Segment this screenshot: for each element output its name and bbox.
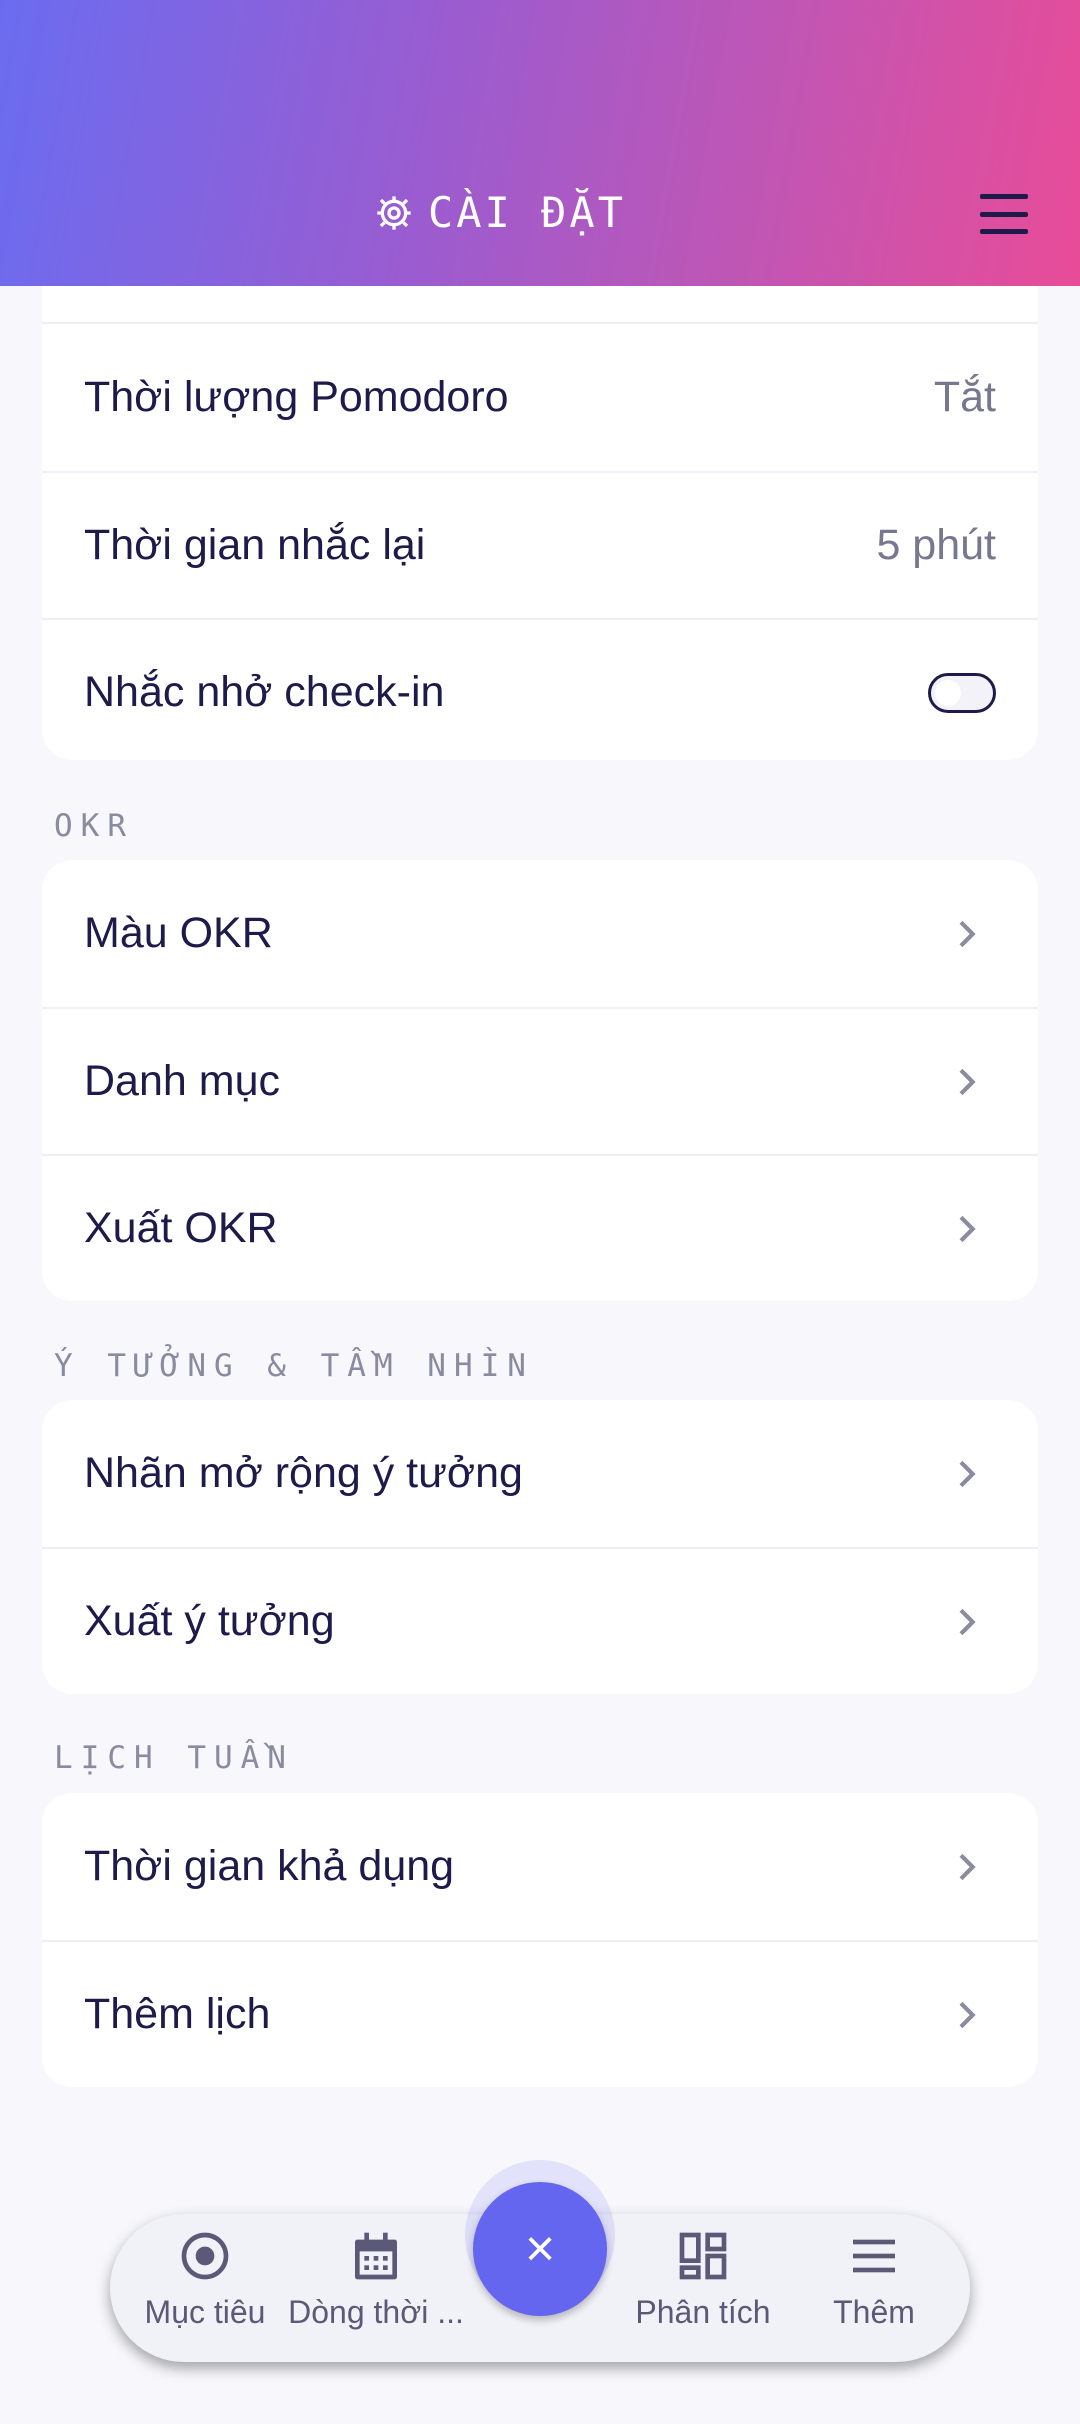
nav-label: Thêm <box>833 2294 915 2330</box>
fab-close-button[interactable]: × <box>473 2182 607 2316</box>
idea-export-row[interactable]: Xuất ý tưởng <box>42 1547 1038 1694</box>
timer-settings-card: Thời lượng Pomodoro Tắt Thời gian nhắc l… <box>42 286 1038 760</box>
snooze-time-row[interactable]: Thời gian nhắc lại 5 phút <box>42 471 1038 618</box>
chevron-right-icon <box>959 2001 976 2028</box>
row-label: Màu OKR <box>84 909 273 957</box>
add-calendar-row[interactable]: Thêm lịch <box>42 1940 1038 2087</box>
chevron-right-icon <box>959 1853 976 1880</box>
row-label: Thời gian nhắc lại <box>84 521 426 569</box>
section-label-ideas: Ý TƯỞNG & TẦM NHÌN <box>54 1348 534 1384</box>
okr-category-row[interactable]: Danh mục <box>42 1007 1038 1154</box>
checkin-reminder-row: Nhắc nhở check-in <box>42 618 1038 760</box>
nav-label: Dòng thời ... <box>288 2294 464 2330</box>
okr-color-row[interactable]: Màu OKR <box>42 860 1038 1007</box>
nav-label: Phân tích <box>635 2294 771 2330</box>
nav-item-goals[interactable]: Mục tiêu <box>115 2228 295 2348</box>
settings-screen: CÀI ĐẶT Thời lượng Pomodoro Tắt Thời gia… <box>0 0 1080 2424</box>
chevron-right-icon <box>959 1608 976 1635</box>
ideas-card: Nhãn mở rộng ý tưởng Xuất ý tưởng <box>42 1400 1038 1694</box>
dashboard-icon <box>679 2232 727 2280</box>
okr-export-row[interactable]: Xuất OKR <box>42 1154 1038 1301</box>
calendar-icon <box>355 2232 397 2280</box>
page-title: CÀI ĐẶT <box>0 188 1000 237</box>
row-label: Nhãn mở rộng ý tưởng <box>84 1449 523 1497</box>
row-label: Danh mục <box>84 1057 280 1105</box>
row-value: 5 phút <box>876 521 996 569</box>
row-label: Thời lượng Pomodoro <box>84 373 509 421</box>
page-title-text: CÀI ĐẶT <box>427 188 626 237</box>
pomodoro-duration-row[interactable]: Thời lượng Pomodoro Tắt <box>42 324 1038 471</box>
nav-item-more[interactable]: Thêm <box>784 2228 964 2348</box>
row-label: Xuất OKR <box>84 1204 278 1252</box>
row-label: Thời gian khả dụng <box>84 1842 455 1890</box>
row-label: Xuất ý tưởng <box>84 1597 335 1645</box>
schedule-card: Thời gian khả dụng Thêm lịch <box>42 1793 1038 2087</box>
nav-item-timeline[interactable]: Dòng thời ... <box>286 2228 466 2348</box>
idea-tags-row[interactable]: Nhãn mở rộng ý tưởng <box>42 1400 1038 1547</box>
section-label-okr: OKR <box>54 808 134 844</box>
row-label: Thêm lịch <box>84 1990 271 2038</box>
chevron-right-icon <box>959 1068 976 1095</box>
target-icon <box>181 2232 229 2280</box>
section-label-schedule: LỊCH TUẦN <box>54 1740 294 1776</box>
chevron-right-icon <box>959 1215 976 1242</box>
nav-label: Mục tiêu <box>144 2294 266 2330</box>
chevron-right-icon <box>959 1460 976 1487</box>
menu-lines-icon <box>853 2239 895 2273</box>
header: CÀI ĐẶT <box>0 0 1080 286</box>
available-time-row[interactable]: Thời gian khả dụng <box>42 1793 1038 1940</box>
chevron-right-icon <box>959 920 976 947</box>
row-value: Tắt <box>933 373 996 421</box>
okr-card: Màu OKR Danh mục Xuất OKR <box>42 860 1038 1301</box>
checkin-reminder-toggle[interactable] <box>928 672 996 713</box>
close-icon: × <box>524 2220 556 2278</box>
row-label: Nhắc nhở check-in <box>84 668 445 716</box>
nav-item-analytics[interactable]: Phân tích <box>613 2228 793 2348</box>
hamburger-icon[interactable] <box>976 190 1032 238</box>
gear-icon <box>377 195 411 230</box>
